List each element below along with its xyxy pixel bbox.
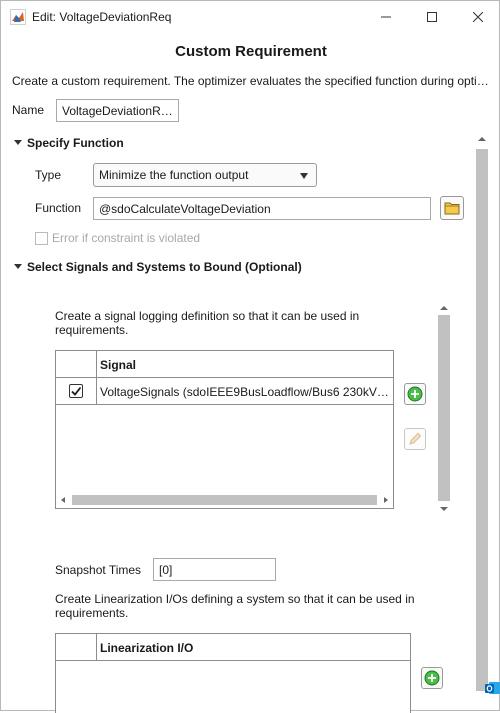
signals-panel-vscrollbar[interactable] <box>438 303 450 515</box>
collapse-caret-icon <box>14 264 22 270</box>
outlook-icon[interactable] <box>484 680 500 697</box>
close-icon <box>473 11 483 22</box>
signal-intro-text: Create a signal logging definition so th… <box>55 309 360 337</box>
minimize-icon <box>381 16 391 17</box>
scroll-left-icon[interactable] <box>61 497 65 503</box>
select-column-header <box>56 634 97 661</box>
maximize-icon <box>427 11 437 22</box>
close-button[interactable] <box>455 1 500 32</box>
scroll-down-icon[interactable] <box>440 507 448 511</box>
edit-signal-button[interactable] <box>404 428 426 450</box>
name-label: Name <box>12 103 45 117</box>
error-if-violated-label: Error if constraint is violated <box>52 231 201 245</box>
signal-cell: VoltageSignals (sdoIEEE9BusLoadflow/Bus6… <box>100 385 389 399</box>
type-dropdown-value: Minimize the function output <box>99 168 249 182</box>
signal-table-header: Signal <box>56 351 393 378</box>
description-text: Create a custom requirement. The optimiz… <box>12 74 492 88</box>
table-row[interactable]: VoltageSignals (sdoIEEE9BusLoadflow/Bus6… <box>56 378 393 405</box>
signal-table: Signal VoltageSignals (sdoIEEE9BusLoadfl… <box>55 350 394 509</box>
specify-function-section[interactable]: Specify Function <box>14 136 124 150</box>
scroll-up-icon[interactable] <box>440 306 448 310</box>
page-title: Custom Requirement <box>175 43 327 60</box>
linearization-intro-text: Create Linearization I/Os defining a sys… <box>55 592 415 620</box>
signal-table-hscrollbar[interactable] <box>56 492 393 508</box>
window-title: Edit: VoltageDeviationReq <box>32 10 172 24</box>
dialog-window: Edit: VoltageDeviationReq Custom Require… <box>0 0 500 713</box>
row-select-cell <box>56 378 97 405</box>
linearization-column-header: Linearization I/O <box>100 641 194 655</box>
vscroll-thumb[interactable] <box>476 149 488 691</box>
select-column-header <box>56 351 97 378</box>
add-icon <box>407 386 423 402</box>
folder-icon <box>444 202 460 215</box>
hscroll-thumb[interactable] <box>72 495 377 505</box>
name-input[interactable]: VoltageDeviationReq <box>56 99 179 122</box>
dialog-vscrollbar[interactable] <box>476 133 488 712</box>
checkmark-icon <box>71 386 82 396</box>
add-signal-button[interactable] <box>404 383 426 405</box>
add-icon <box>424 670 440 686</box>
maximize-button[interactable] <box>409 1 455 32</box>
type-dropdown[interactable]: Minimize the function output <box>93 163 317 187</box>
vscroll-thumb[interactable] <box>438 315 450 501</box>
snapshot-times-label: Snapshot Times <box>55 563 142 577</box>
signal-column-header: Signal <box>100 358 137 372</box>
matlab-icon <box>10 9 26 25</box>
linearization-table-header: Linearization I/O <box>56 634 410 661</box>
row-checkbox[interactable] <box>69 384 83 398</box>
snapshot-times-input[interactable]: [0] <box>153 558 276 581</box>
type-label: Type <box>35 168 62 182</box>
minimize-button[interactable] <box>363 1 409 32</box>
function-input[interactable]: @sdoCalculateVoltageDeviation <box>93 197 431 220</box>
error-if-violated-checkbox[interactable] <box>35 232 48 245</box>
browse-function-button[interactable] <box>440 196 464 220</box>
function-label: Function <box>35 201 82 215</box>
specify-function-label: Specify Function <box>27 136 124 150</box>
dropdown-arrow-icon <box>300 173 308 179</box>
collapse-caret-icon <box>14 140 22 146</box>
edit-icon <box>409 432 422 445</box>
select-signals-label: Select Signals and Systems to Bound (Opt… <box>27 260 302 274</box>
outlook-icon-graphic <box>485 682 500 694</box>
scroll-up-icon[interactable] <box>478 137 486 141</box>
scroll-right-icon[interactable] <box>384 497 388 503</box>
linearization-table: Linearization I/O <box>55 633 411 713</box>
add-linearization-button[interactable] <box>421 667 443 689</box>
select-signals-section[interactable]: Select Signals and Systems to Bound (Opt… <box>14 260 302 274</box>
title-bar[interactable]: Edit: VoltageDeviationReq <box>1 1 499 32</box>
